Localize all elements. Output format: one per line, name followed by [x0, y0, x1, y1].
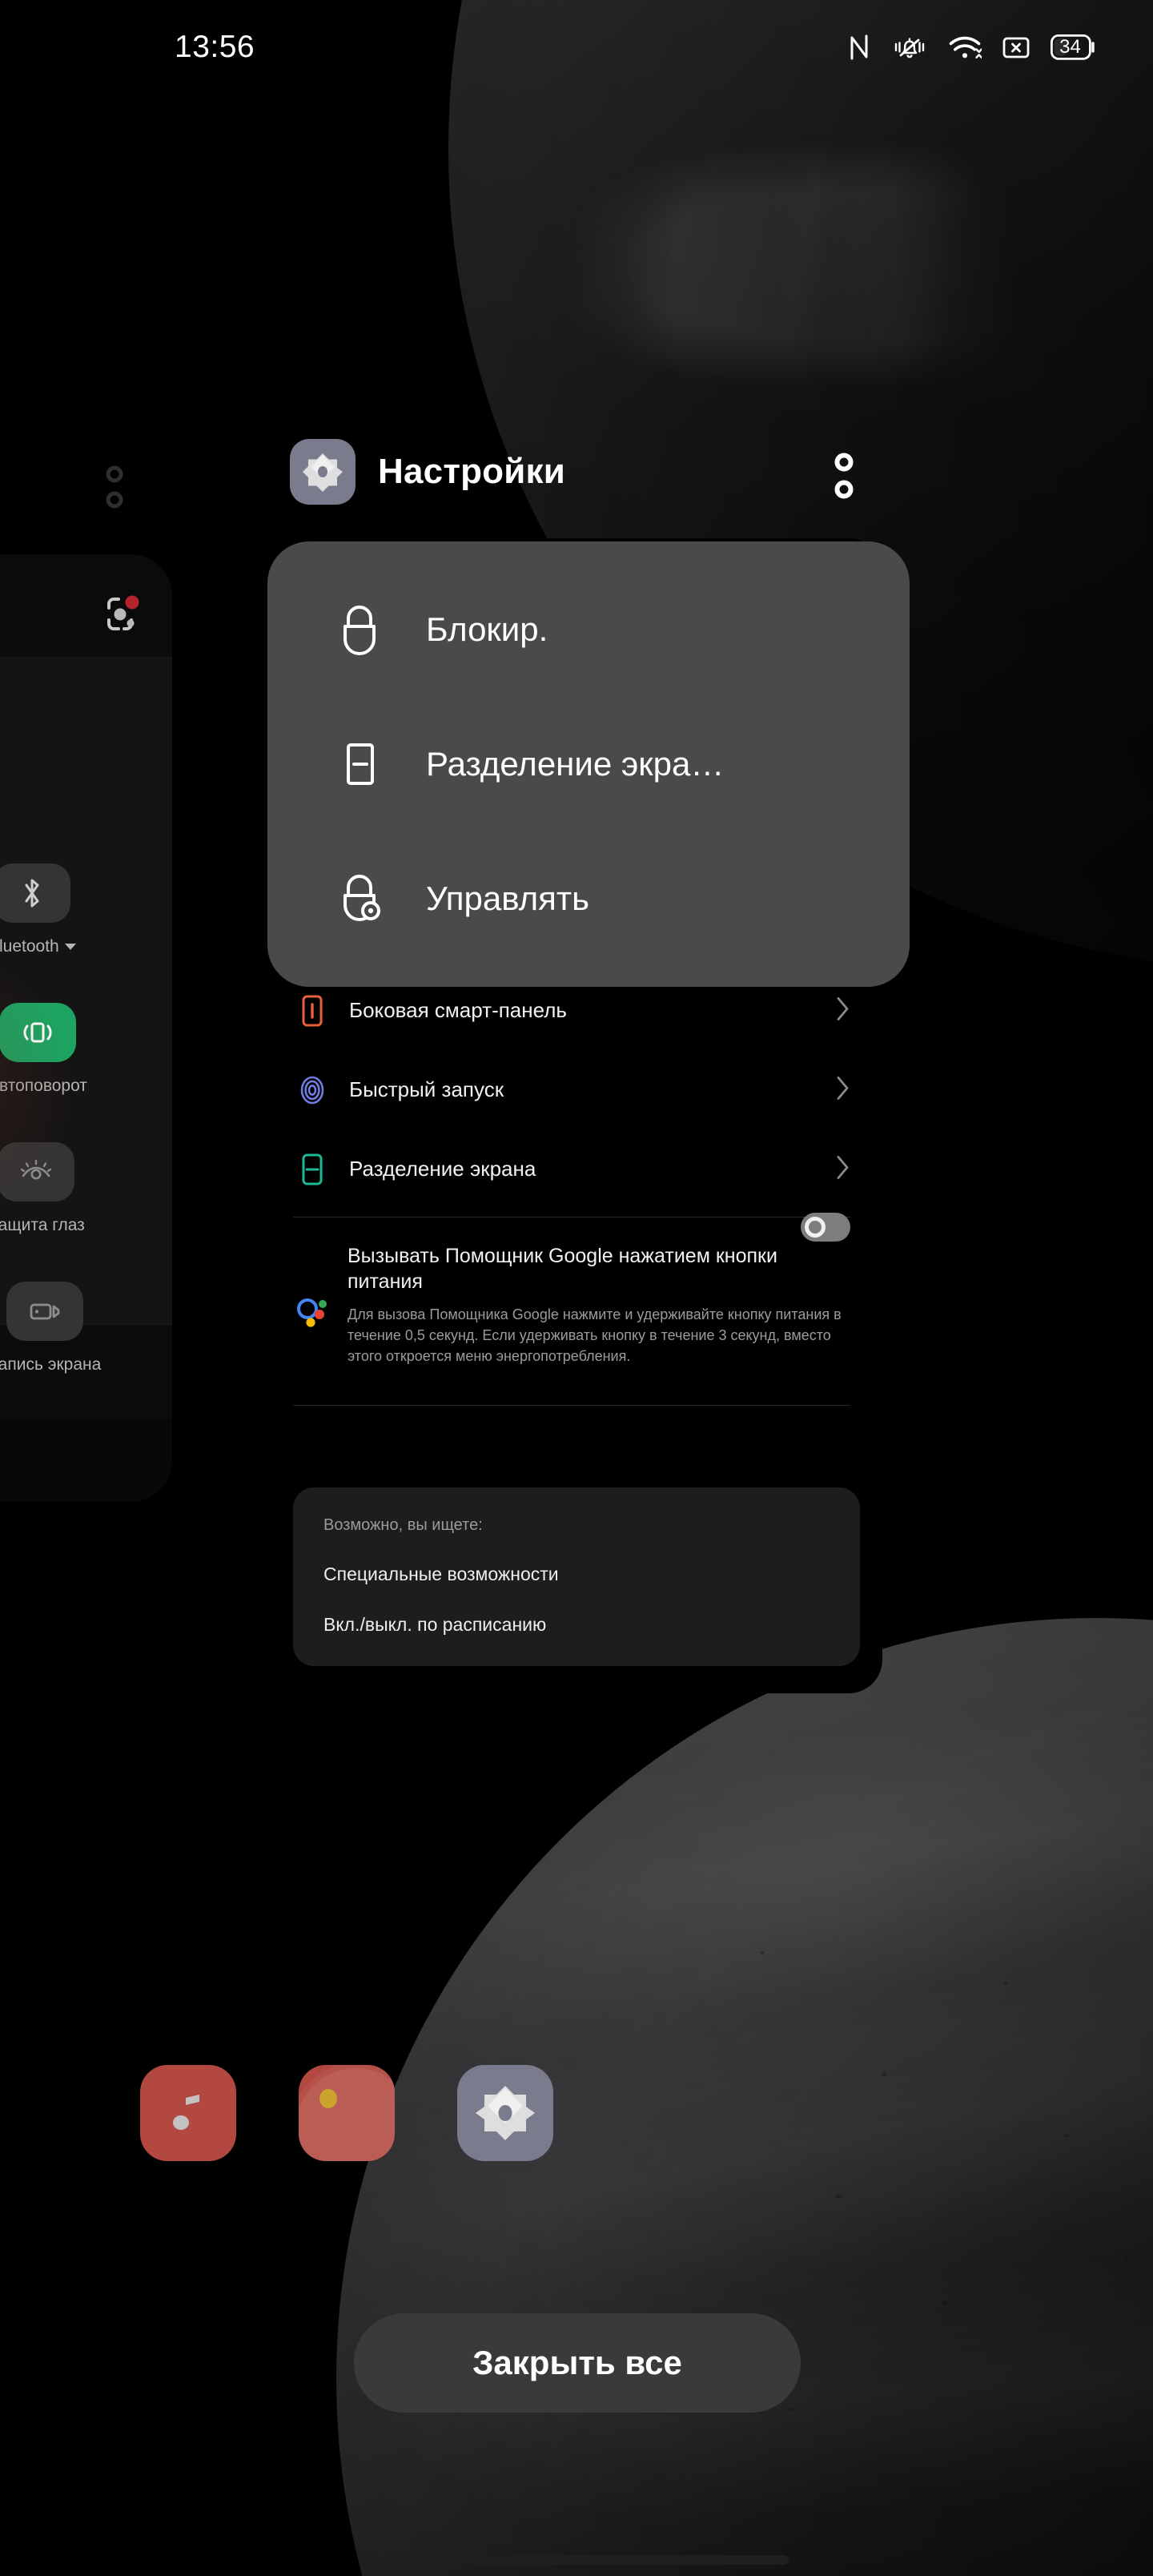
- battery-icon: 34: [1051, 34, 1095, 60]
- context-menu-item-manage[interactable]: Управлять: [267, 831, 910, 966]
- chevron-right-icon: [834, 995, 850, 1026]
- page-title: Настройки: [378, 452, 565, 491]
- context-menu-label: Разделение экра…: [426, 745, 725, 783]
- bluetooth-icon[interactable]: [0, 863, 70, 923]
- row-divider: [293, 1217, 850, 1218]
- assistant-power-button-toggle[interactable]: [801, 1213, 850, 1242]
- settings-row-google-assistant[interactable]: Вызывать Помощник Google нажатием кнопки…: [271, 1226, 882, 1387]
- sim-card-missing-icon: [1002, 34, 1030, 61]
- left-card-action-row: A: [0, 1298, 172, 1419]
- context-menu-item-lock[interactable]: Блокир.: [267, 562, 910, 697]
- status-icon-group: 34: [847, 34, 1095, 61]
- settings-gear-icon: [290, 439, 356, 505]
- eye-protection-icon[interactable]: [0, 1142, 75, 1201]
- wifi-icon: [948, 34, 982, 61]
- auto-rotate-label: Автоповорот: [0, 1077, 87, 1095]
- chevron-right-icon: [834, 1074, 850, 1105]
- suggestion-item-accessibility[interactable]: Специальные возможности: [323, 1564, 830, 1585]
- status-clock: 13:56: [175, 30, 255, 64]
- split-screen-icon: [293, 1150, 331, 1189]
- settings-row-label: Боковая смарт-панель: [349, 998, 567, 1022]
- settings-row-label: Быстрый запуск: [349, 1077, 504, 1101]
- settings-row-label: Разделение экрана: [349, 1157, 536, 1181]
- split-screen-icon: [331, 736, 388, 792]
- dock-app-photos[interactable]: [299, 2065, 395, 2161]
- context-menu-label: Блокир.: [426, 610, 548, 648]
- recents-dock: [0, 2065, 1153, 2161]
- toggle-knob: [805, 1217, 826, 1238]
- dock-app-settings[interactable]: [457, 2065, 553, 2161]
- suggestions-card: Возможно, вы ищете: Специальные возможно…: [271, 1487, 882, 1666]
- suggestion-item-schedule[interactable]: Вкл./выкл. по расписанию: [323, 1614, 830, 1636]
- lens-scan-icon[interactable]: [96, 588, 152, 642]
- suggestions-heading: Возможно, вы ищете:: [323, 1516, 483, 1534]
- suggestions-inner: Возможно, вы ищете: Специальные возможно…: [293, 1487, 860, 1666]
- settings-card-header: Настройки: [290, 439, 565, 505]
- settings-row-quick-launch[interactable]: Быстрый запуск: [271, 1050, 882, 1129]
- chevron-right-icon: [834, 1153, 850, 1185]
- settings-row-split-screen[interactable]: Разделение экрана: [271, 1129, 882, 1209]
- recent-task-card-left[interactable]: Bluetooth Автоповорот: [0, 554, 172, 1502]
- quick-setting-bluetooth[interactable]: Bluetooth: [0, 863, 76, 956]
- settings-row-list: Боковая смарт-панель Быстрый запуск Разд…: [271, 971, 882, 1414]
- nfc-icon: [847, 34, 871, 61]
- quick-setting-eye-protection[interactable]: Защита глаз: [0, 1142, 85, 1235]
- google-assistant-icon: [293, 1293, 335, 1334]
- left-card-header: [0, 554, 172, 657]
- dock-app-music[interactable]: [140, 2065, 236, 2161]
- recent-card-context-menu[interactable]: Блокир. Разделение экра… Управлять: [267, 541, 910, 987]
- left-card-quick-settings: Bluetooth Автоповорот: [0, 657, 172, 1374]
- settings-card-overflow-menu[interactable]: [833, 450, 855, 507]
- left-card-footer-nav: ь Еще: [0, 1419, 172, 1502]
- assistant-title: Вызывать Помощник Google нажатием кнопки…: [348, 1245, 777, 1293]
- auto-rotate-icon[interactable]: [0, 1003, 76, 1062]
- side-smart-panel-icon: [293, 992, 331, 1030]
- ringer-vibrate-off-icon: [891, 34, 928, 61]
- assistant-text-block: Вызывать Помощник Google нажатием кнопки…: [348, 1243, 860, 1366]
- gesture-nav-pill[interactable]: [364, 2555, 789, 2565]
- battery-percent-label: 34: [1059, 36, 1081, 58]
- eye-protection-label: Защита глаз: [0, 1216, 85, 1234]
- lock-manage-icon: [331, 871, 388, 927]
- photos-sun-dot: [319, 2089, 337, 2108]
- phone-screen: 13:56 34 luetooth втоповорот ащита глаз …: [0, 0, 1153, 2576]
- quick-setting-label: Bluetooth: [0, 937, 76, 956]
- bluetooth-label: Bluetooth: [0, 937, 59, 956]
- context-menu-item-split-screen[interactable]: Разделение экра…: [267, 697, 910, 831]
- quick-setting-auto-rotate[interactable]: Автоповорот: [0, 1003, 87, 1096]
- assistant-description: Для вызова Помощника Google нажмите и уд…: [348, 1306, 842, 1365]
- row-divider: [293, 1405, 850, 1407]
- chevron-down-icon[interactable]: [64, 944, 76, 950]
- left-card-overflow-menu[interactable]: [104, 463, 125, 517]
- quick-launch-icon: [293, 1071, 331, 1109]
- lock-icon: [331, 602, 388, 658]
- status-bar: 13:56 34: [0, 0, 1153, 95]
- close-all-button[interactable]: Закрыть все: [354, 2313, 801, 2413]
- quick-setting-label: Защита глаз: [0, 1216, 85, 1235]
- quick-setting-label: Автоповорот: [0, 1077, 87, 1096]
- context-menu-label: Управлять: [426, 879, 589, 917]
